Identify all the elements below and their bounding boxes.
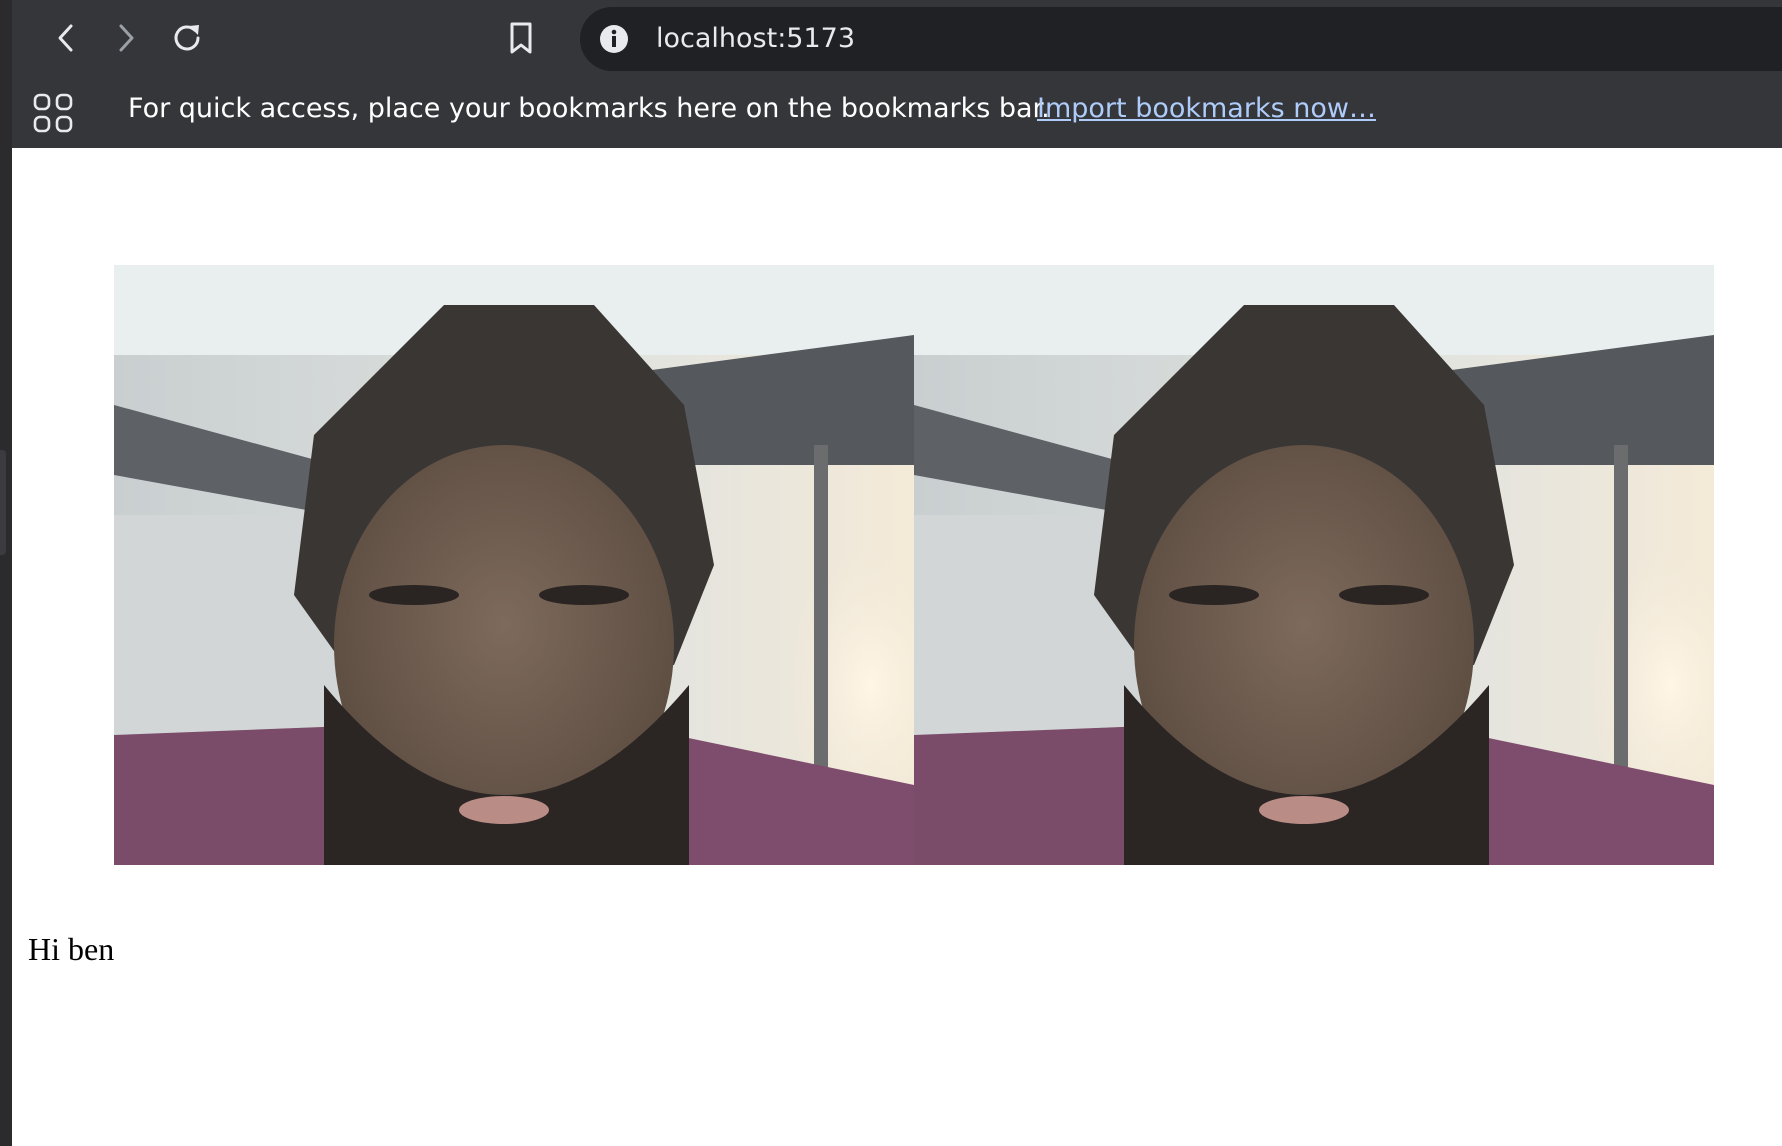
apps-icon[interactable] [32,92,74,134]
side-handle[interactable] [0,450,6,555]
reload-button[interactable] [163,14,211,62]
page-content: Hi ben [12,148,1782,1146]
video-frame-right [914,265,1714,865]
url-text[interactable]: localhost:5173 [656,7,855,71]
back-icon [58,24,73,52]
info-icon[interactable] [598,23,630,55]
import-bookmarks-link[interactable]: Import bookmarks now… [1037,78,1376,140]
bookmarks-bar-message: For quick access, place your bookmarks h… [128,93,1050,124]
bookmark-page-button[interactable] [497,14,545,62]
local-video [114,265,914,865]
bookmarks-bar: For quick access, place your bookmarks h… [12,78,1782,148]
address-bar[interactable]: localhost:5173 [580,7,1782,71]
video-frame-left [114,265,914,865]
back-button[interactable] [42,14,90,62]
remote-video [914,265,1714,865]
window-edge [0,0,12,1146]
browser-window: localhost:5173 For quick access, place y… [0,0,1782,1146]
forward-icon [119,24,134,52]
bookmark-icon [510,22,532,54]
message-text: Hi ben [28,931,115,967]
browser-toolbar: localhost:5173 [12,0,1782,78]
forward-button[interactable] [102,14,150,62]
reload-icon [174,25,200,51]
